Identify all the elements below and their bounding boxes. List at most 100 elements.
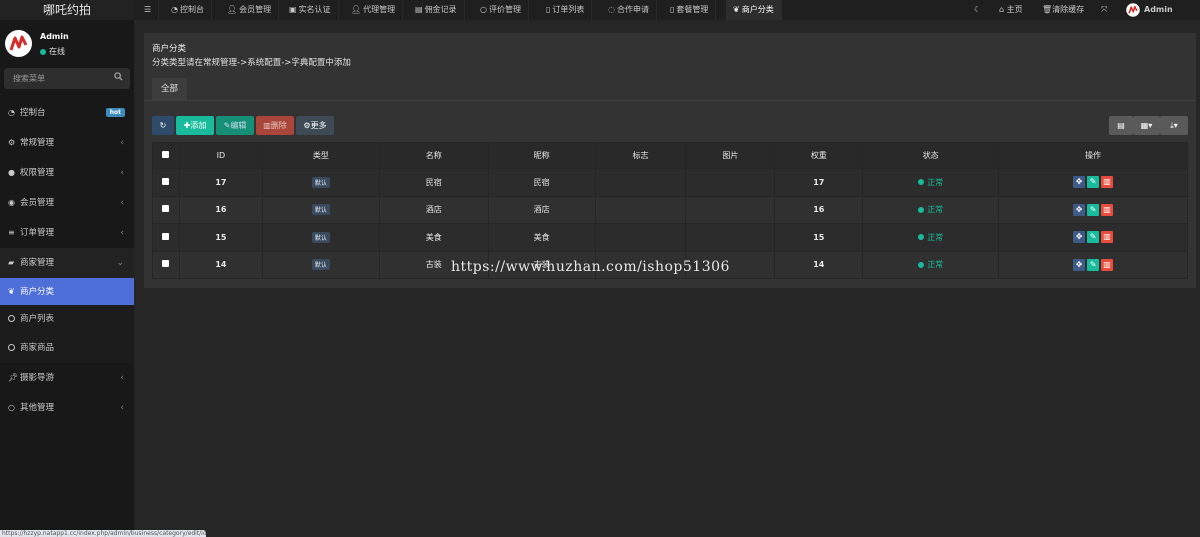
status-badge[interactable]: 正常 [918,178,943,187]
delete-row-button[interactable]: ▥ [1101,176,1114,189]
status-badge[interactable]: 正常 [918,205,943,214]
tab-dashboard[interactable]: ◔ 控制台 [164,0,212,20]
moon-icon[interactable]: ☾ [974,5,981,14]
tab-commission[interactable]: ▤ 佣金记录 [408,0,465,20]
row-select-cell[interactable] [152,250,180,279]
col-weight[interactable]: 权重 [774,142,864,169]
row-checkbox[interactable] [162,205,170,213]
tab-reviews[interactable]: ○ 评价管理 [473,0,529,20]
tab-order-list[interactable]: ▯ 订单列表 [539,0,593,20]
sidebar-item-dashboard[interactable]: ◔ 控制台 hot [0,98,134,128]
sidebar-item-orders[interactable]: ≡ 订单管理 ‹ [0,218,134,248]
tab-all[interactable]: 全部 [152,78,187,101]
drag-sort-button[interactable]: ✥ [1073,203,1086,216]
select-all-checkbox[interactable] [162,151,170,158]
edit-row-button[interactable]: ✎ [1087,231,1100,244]
col-status[interactable]: 状态 [862,142,1000,169]
cell-image [685,195,776,224]
tab-packages[interactable]: ▯ 套餐管理 [663,0,717,20]
tab-cooperation[interactable]: ◌ 合作申请 [601,0,657,20]
cell-flag [594,168,687,197]
edit-row-button[interactable]: ✎ [1087,258,1100,271]
fullscreen-button[interactable]: ⤧ [1101,0,1107,20]
sidebar-item-merchant-list[interactable]: 商户列表 [0,305,134,334]
columns-button[interactable]: ▦▾ [1133,116,1160,135]
tab-merchant-category[interactable]: ❦ 商户分类 [726,0,782,20]
col-flag[interactable]: 标志 [594,142,687,169]
sidebar-item-merchant-goods[interactable]: 商家商品 [0,334,134,363]
sidebar-search[interactable]: 搜索菜单 [4,68,130,89]
tab-label: 控制台 [179,5,204,14]
col-image[interactable]: 图片 [685,142,776,169]
delete-row-button[interactable]: ▥ [1101,258,1114,271]
export-button[interactable]: ⤓▾ [1160,116,1188,135]
delete-button[interactable]: ▥删除 [256,116,294,135]
search-input[interactable]: 搜索菜单 [13,73,45,84]
cell-status[interactable]: 正常 [862,223,1000,252]
status-badge[interactable]: 正常 [918,233,943,242]
row-select-cell[interactable] [152,168,180,197]
col-type[interactable]: 类型 [261,142,380,169]
drag-sort-button[interactable]: ✥ [1073,176,1086,189]
avatar [5,30,32,57]
delete-row-button[interactable]: ▥ [1101,231,1114,244]
money-icon: ▤ [415,5,423,14]
pencil-icon: ✎ [1089,232,1097,242]
leaf-icon: ❦ [8,287,15,296]
divider [144,100,1196,101]
sidebar-item-other[interactable]: ○ 其他管理 ‹ [0,393,134,423]
col-id[interactable]: ID [178,142,263,169]
sidebar-item-merchant-category[interactable]: ❦ 商户分类 [0,278,134,305]
tab-members[interactable]: 👤︎ 会员管理 [220,0,280,20]
refresh-button[interactable]: ↻ [152,116,174,135]
home-label: 主页 [1006,5,1023,14]
sidebar-item-members[interactable]: ◉ 会员管理 ‹ [0,188,134,218]
user-panel: Admin 在线 [0,28,134,71]
tab-agents[interactable]: 👤︎ 代理管理 [344,0,404,20]
table-row[interactable]: 16 默认 酒店 酒店 16 正常 ✥ ✎ ▥ [152,195,1188,224]
sidebar-item-general[interactable]: ⚙ 常规管理 ‹ [0,128,134,158]
clear-cache-button[interactable]: 🗑︎清除缓存 [1042,0,1084,20]
table-row[interactable]: 17 默认 民宿 民宿 17 正常 ✥ ✎ ▥ [152,168,1188,197]
row-checkbox[interactable] [162,260,170,268]
search-icon[interactable] [114,72,123,84]
row-select-cell[interactable] [152,195,180,224]
delete-row-button[interactable]: ▥ [1101,203,1114,216]
status-text: 正常 [927,177,944,187]
tab-realname[interactable]: ▣ 实名认证 [282,0,339,20]
row-checkbox[interactable] [162,177,170,185]
edit-row-button[interactable]: ✎ [1087,176,1100,189]
cell-status[interactable]: 正常 [862,250,1000,279]
toggle-view-button[interactable]: ▤ [1109,116,1133,135]
user-status-text: 在线 [49,47,65,56]
col-name[interactable]: 名称 [378,142,489,169]
sidebar-item-auth[interactable]: ● 权限管理 ‹ [0,158,134,188]
user-menu[interactable]: Admin [1126,0,1173,20]
col-nickname[interactable]: 昵称 [487,142,596,169]
trash-icon: ▥ [1103,177,1111,187]
table-row[interactable]: 15 默认 美食 美食 15 正常 ✥ ✎ ▥ [152,223,1188,252]
more-button[interactable]: ⚙更多 [296,116,334,135]
cogs-icon: ⚙ [8,138,16,147]
fullscreen-icon[interactable]: ⤧ [1101,5,1107,14]
row-checkbox[interactable] [162,232,170,240]
edit-row-button[interactable]: ✎ [1087,203,1100,216]
select-all-cell[interactable] [152,142,180,169]
hamburger-icon[interactable]: ☰ [144,5,151,14]
edit-button[interactable]: ✎编辑 [216,116,254,135]
sidebar-item-merchants[interactable]: ▰ 商家管理 ⌄ [0,248,134,278]
dark-mode-toggle[interactable]: ☾ [974,0,981,20]
add-button[interactable]: ✚添加 [176,116,214,135]
row-select-cell[interactable] [152,223,180,252]
menu-toggle[interactable]: ☰ [137,0,160,20]
drag-sort-button[interactable]: ✥ [1073,258,1086,271]
home-link[interactable]: ⌂ 主页 [999,0,1023,20]
type-badge: 默认 [311,231,330,243]
cell-status[interactable]: 正常 [862,168,1000,197]
status-badge[interactable]: 正常 [918,260,943,269]
sidebar-item-photo-guide[interactable]: 📌︎ 摄影导游 ‹ [0,363,134,393]
brand-logo-text[interactable]: 哪吒约拍 [0,0,134,20]
cell-status[interactable]: 正常 [862,195,1000,224]
sidebar-item-label: 商户列表 [20,314,55,324]
drag-sort-button[interactable]: ✥ [1073,231,1086,244]
